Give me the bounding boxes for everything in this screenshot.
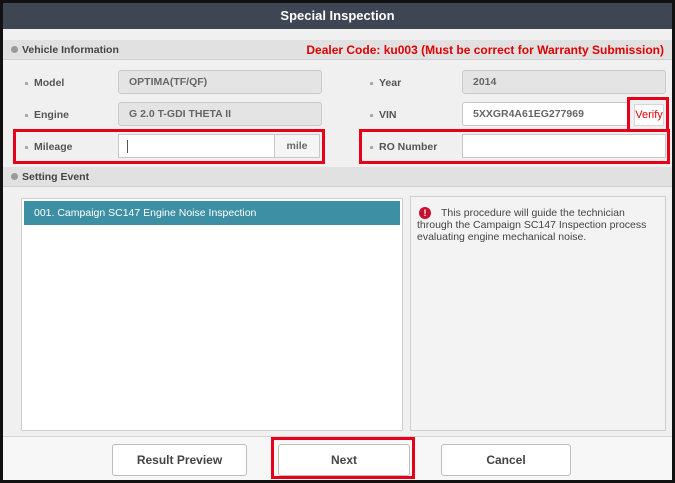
next-highlight [271, 437, 415, 479]
vehicle-info-title: Vehicle Information [22, 44, 119, 56]
mileage-highlight [13, 129, 325, 164]
model-label: Model [25, 77, 64, 89]
engine-label: Engine [25, 109, 69, 121]
bullet-icon [370, 113, 373, 117]
setting-event-header: Setting Event [3, 167, 672, 187]
year-field: 2014 [462, 70, 666, 94]
year-label: Year [370, 77, 401, 89]
vin-field[interactable]: 5XXGR4A61EG277969 [462, 102, 630, 126]
vin-label: VIN [370, 109, 397, 121]
bullet-icon [25, 113, 28, 117]
event-list: 001. Campaign SC147 Engine Noise Inspect… [21, 198, 403, 431]
event-item[interactable]: 001. Campaign SC147 Engine Noise Inspect… [24, 201, 400, 225]
event-description-panel: ! This procedure will guide the technici… [410, 196, 666, 431]
bullet-icon [25, 81, 28, 85]
cancel-button[interactable]: Cancel [441, 444, 571, 476]
result-preview-button[interactable]: Result Preview [112, 444, 247, 476]
vehicle-info-header: Vehicle Information Dealer Code: ku003 (… [3, 40, 672, 60]
bullet-icon [370, 81, 373, 85]
bullet-icon [11, 173, 18, 180]
model-field: OPTIMA(TF/QF) [118, 70, 322, 94]
special-inspection-window: Special Inspection Vehicle Information D… [0, 0, 675, 483]
dealer-code-notice: Dealer Code: ku003 (Must be correct for … [306, 43, 664, 57]
event-description: This procedure will guide the technician… [417, 207, 647, 243]
ro-number-highlight [359, 129, 670, 164]
setting-event-title: Setting Event [22, 171, 90, 183]
verify-highlight [627, 97, 669, 132]
window-title: Special Inspection [3, 3, 672, 29]
bullet-icon [11, 46, 18, 53]
engine-field: G 2.0 T-GDI THETA II [118, 102, 322, 126]
